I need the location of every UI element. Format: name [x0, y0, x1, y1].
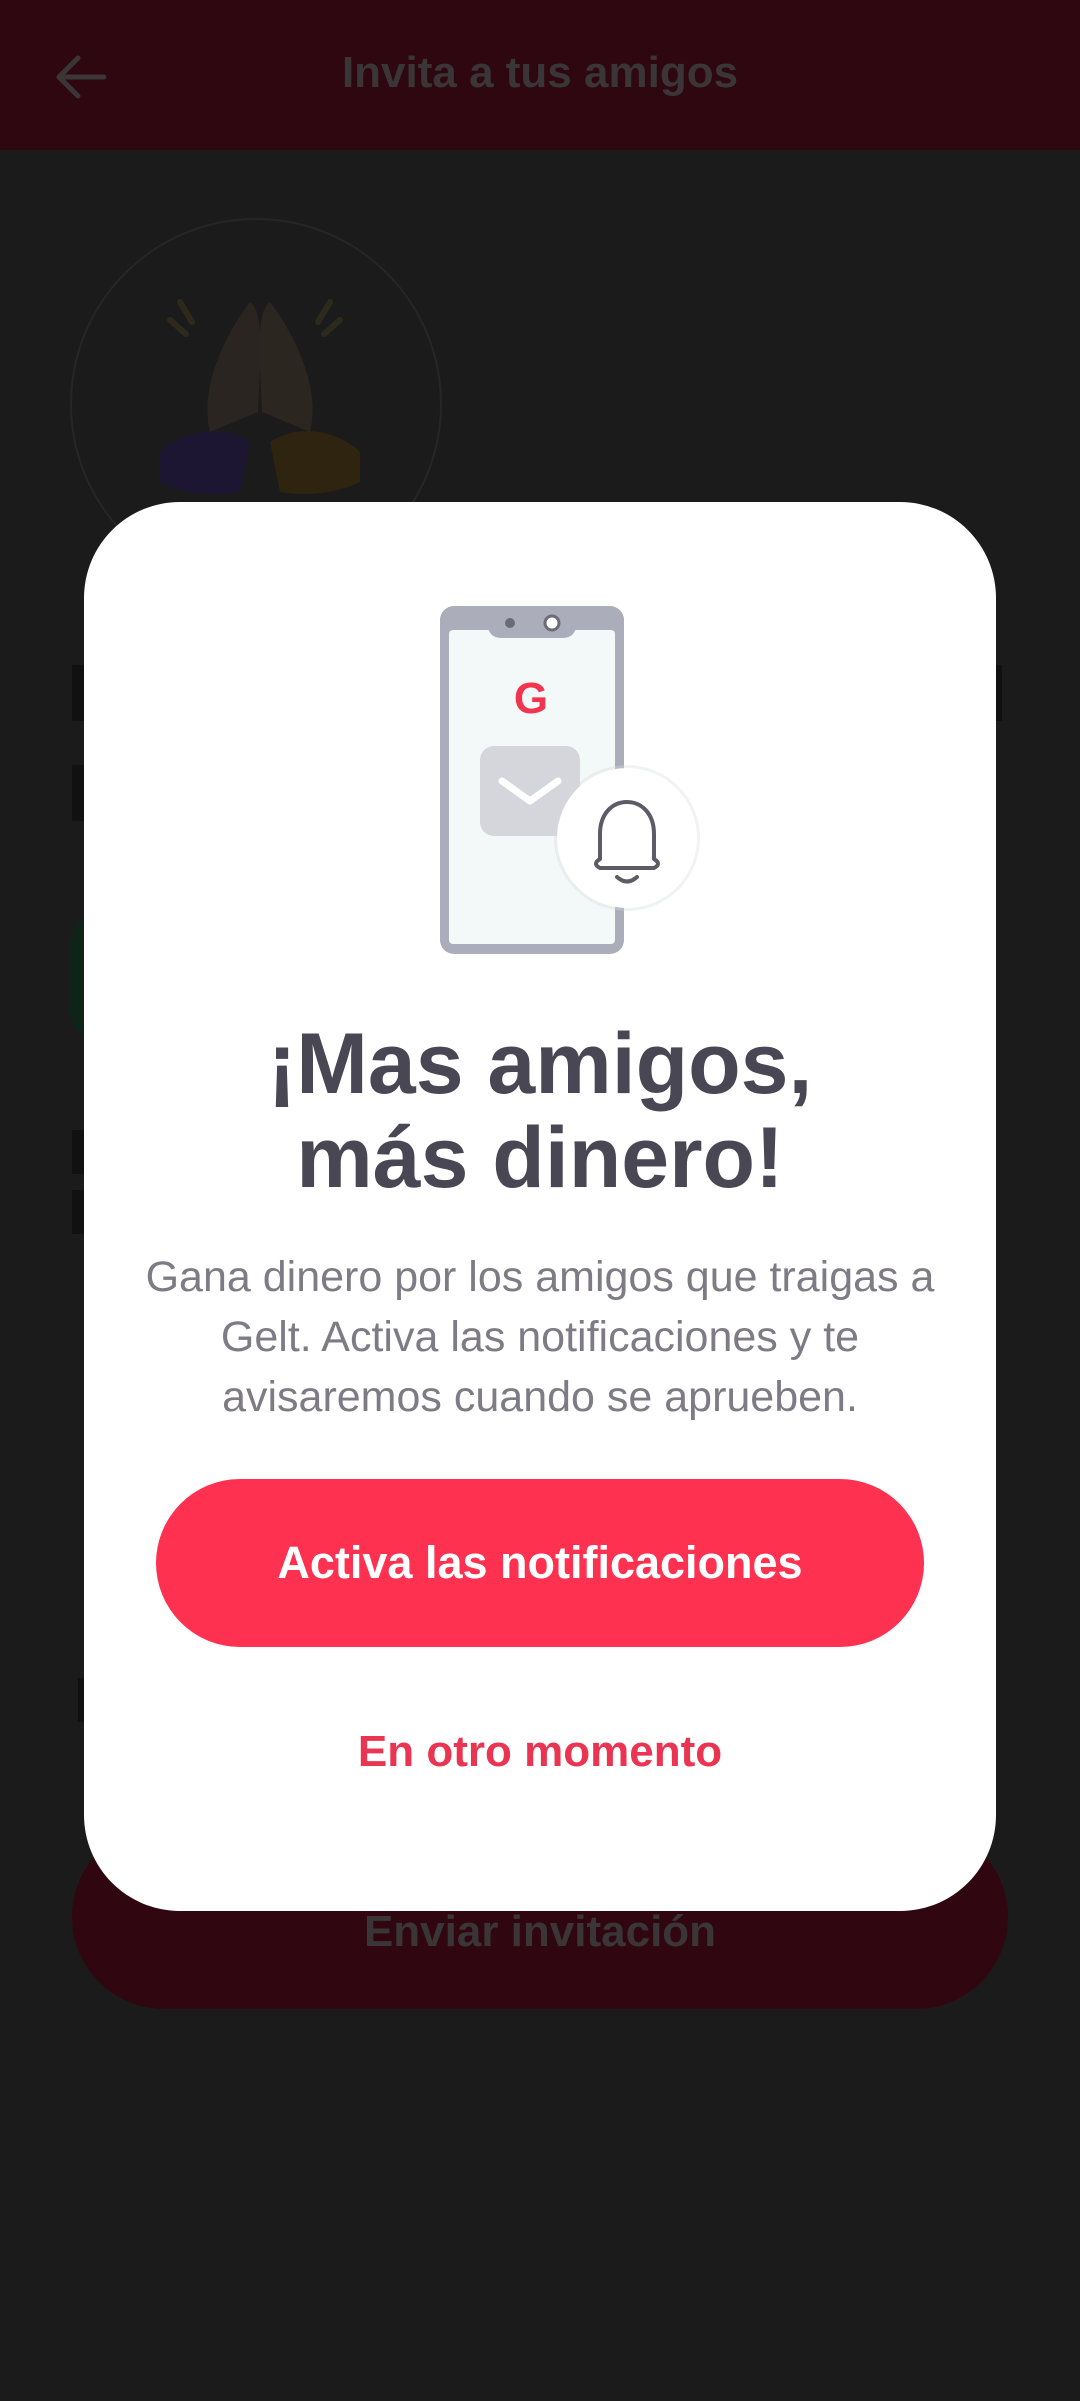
high-five-hands-icon: [160, 299, 360, 494]
gelt-logo: G: [514, 674, 548, 723]
dialog-description: Gana dinero por los amigos que traigas a…: [145, 1253, 935, 1421]
not-now-link[interactable]: En otro momento: [84, 1727, 996, 1777]
enable-notifications-label: Activa las notificaciones: [277, 1537, 803, 1588]
page-title: Invita a tus amigos: [341, 48, 739, 97]
enable-notifications-button[interactable]: Activa las notificaciones: [156, 1479, 924, 1647]
bell-icon: [554, 765, 700, 911]
app-bar: Invita a tus amigos: [0, 0, 1080, 150]
notification-permission-dialog: G ¡Mas amigos, más dinero! Gana dinero p…: [84, 502, 996, 1911]
dialog-title: ¡Mas amigos, más dinero!: [267, 1016, 813, 1206]
send-invitation-label: Enviar invitación: [363, 1907, 717, 1956]
phone-notification-illustration: G: [440, 606, 700, 954]
